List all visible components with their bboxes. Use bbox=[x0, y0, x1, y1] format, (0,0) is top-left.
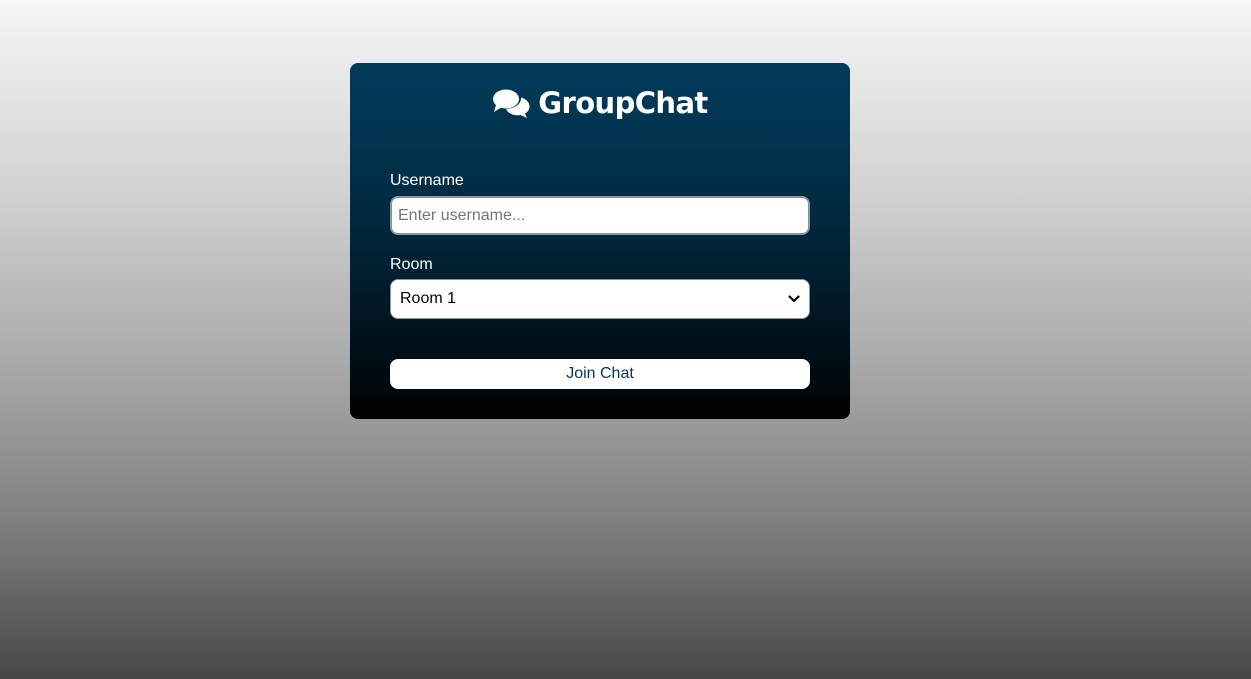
app-title: GroupChat bbox=[538, 86, 708, 120]
card-header: GroupChat bbox=[350, 83, 850, 123]
room-label: Room bbox=[390, 256, 433, 273]
username-label: Username bbox=[390, 172, 464, 189]
username-input[interactable] bbox=[390, 196, 810, 235]
chevron-down-icon bbox=[788, 295, 800, 303]
room-select-value: Room 1 bbox=[400, 290, 457, 307]
comments-icon bbox=[493, 89, 530, 118]
room-select[interactable]: Room 1 bbox=[390, 279, 810, 319]
login-card: GroupChat Username Room Room 1 Join Chat bbox=[350, 63, 850, 419]
join-chat-button[interactable]: Join Chat bbox=[390, 359, 810, 389]
